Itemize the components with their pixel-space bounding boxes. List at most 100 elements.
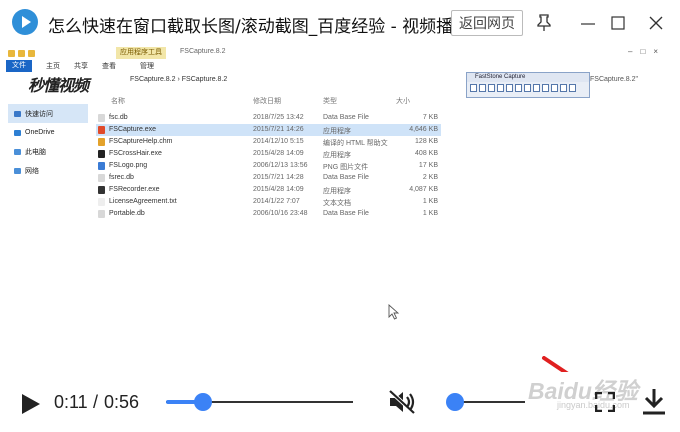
nav-item: 网络	[8, 161, 88, 180]
column-type: 类型	[323, 98, 337, 105]
explorer-ribbon: 文件 主页 共享 查看 管理	[6, 60, 670, 72]
file-row: FSRecorder.exe 2015/4/28 14:09 应用程序 4,087 K…	[96, 184, 441, 196]
nav-item-label: 此电脑	[25, 148, 46, 156]
column-date: 修改日期	[253, 98, 281, 105]
file-type: Data Base File	[323, 210, 369, 217]
explorer-nav-pane: 快速访问 OneDrive 此电脑网络	[8, 104, 88, 180]
faststone-capture-toolbar: FastStone Capture	[466, 72, 590, 98]
db-file-icon	[98, 210, 105, 218]
db-file-icon	[98, 174, 105, 182]
title-bar: 怎么快速在窗口截取长图/滚动截图_百度经验 - 视频播放器 返回网页	[0, 0, 680, 46]
file-row: FSCapture.exe 2015/7/21 14:26 应用程序 4,646 KB	[96, 124, 441, 136]
image-file-icon	[98, 162, 105, 170]
column-size: 大小	[396, 98, 410, 105]
file-row: Portable.db 2006/10/16 23:48 Data Base Fil…	[96, 208, 441, 220]
quick-access-icons	[8, 49, 35, 57]
column-name: 名称	[111, 98, 125, 105]
file-size: 4,646 KB	[409, 126, 438, 133]
minimize-icon[interactable]	[577, 12, 599, 34]
file-date: 2018/7/25 13:42	[253, 114, 304, 121]
file-size: 7 KB	[422, 114, 438, 121]
file-name: Portable.db	[109, 210, 145, 217]
red-arrow-annotation	[542, 356, 569, 372]
file-type: 应用程序	[323, 152, 351, 159]
file-size: 128 KB	[415, 138, 438, 145]
file-size: 1 KB	[422, 198, 438, 205]
file-name: FSCapture.exe	[109, 126, 157, 133]
crosshair-icon	[98, 150, 105, 158]
video-player-app-icon	[12, 9, 38, 35]
computer-icon	[14, 148, 21, 155]
file-size: 1 KB	[422, 210, 438, 217]
file-row: FSLogo.png 2006/12/13 13:56 PNG 图片文件 17 KB	[96, 160, 441, 172]
text-file-icon	[98, 198, 105, 206]
nav-item-label: OneDrive	[25, 129, 55, 136]
nav-item: OneDrive	[8, 123, 88, 142]
file-name: FSCaptureHelp.chm	[109, 138, 173, 145]
file-name: fsrec.db	[109, 174, 134, 181]
faststone-toolbar-buttons	[467, 82, 589, 94]
file-row: FSCrossHair.exe 2015/4/28 14:09 应用程序 408 KB	[96, 148, 441, 160]
nav-item-label: 网络	[25, 167, 39, 175]
context-tab: 应用程序工具	[116, 47, 166, 59]
nav-item-label: 快速访问	[25, 110, 53, 118]
file-type: 文本文档	[323, 200, 351, 207]
file-date: 2015/7/21 14:26	[253, 126, 304, 133]
file-date: 2006/10/16 23:48	[253, 210, 308, 217]
volume-handle[interactable]	[446, 393, 464, 411]
file-date: 2006/12/13 13:56	[253, 162, 308, 169]
help-file-icon	[98, 138, 105, 146]
download-icon[interactable]	[641, 388, 667, 416]
file-type: 应用程序	[323, 128, 351, 135]
file-type: Data Base File	[323, 114, 369, 121]
explorer-search-box: FSCapture.8.2"	[590, 76, 639, 83]
explorer-quick-access-bar	[6, 46, 670, 60]
file-type: Data Base File	[323, 174, 369, 181]
file-row: fsrec.db 2015/7/21 14:28 Data Base File 2 K…	[96, 172, 441, 184]
file-name: FSRecorder.exe	[109, 186, 160, 193]
fullscreen-icon[interactable]	[595, 392, 615, 412]
ribbon-tab-view: 查看	[102, 63, 116, 70]
total-time: 0:56	[104, 392, 140, 412]
file-date: 2015/4/28 14:09	[253, 186, 304, 193]
file-name: FSLogo.png	[109, 162, 148, 169]
file-name: FSCrossHair.exe	[109, 150, 162, 157]
video-frame[interactable]: 应用程序工具 FSCapture.8.2 –□× 文件 主页 共享 查看 管理 …	[0, 46, 680, 372]
window-title: 怎么快速在窗口截取长图/滚动截图_百度经验 - 视频播放器	[48, 17, 488, 37]
play-icon[interactable]	[20, 393, 42, 415]
current-time: 0:11	[54, 392, 88, 412]
pin-icon[interactable]	[533, 12, 555, 34]
file-date: 2014/12/10 5:15	[253, 138, 304, 145]
file-size: 408 KB	[415, 150, 438, 157]
file-size: 4,087 KB	[409, 186, 438, 193]
seek-handle[interactable]	[193, 393, 212, 411]
time-separator: /	[93, 392, 99, 412]
miaodong-video-logo: 秒懂视频	[28, 76, 89, 95]
file-name: fsc.db	[109, 114, 128, 121]
close-icon[interactable]	[645, 12, 667, 34]
ribbon-tab-home: 主页	[46, 63, 60, 70]
file-date: 2014/1/22 7:07	[253, 198, 300, 205]
file-type: 应用程序	[323, 188, 351, 195]
mouse-cursor-icon	[388, 304, 400, 320]
maximize-icon[interactable]	[607, 12, 629, 34]
nav-item: 快速访问	[8, 104, 88, 123]
file-row: fsc.db 2018/7/25 13:42 Data Base File 7 KB	[96, 112, 441, 124]
ribbon-tab-manage: 管理	[140, 63, 154, 70]
explorer-window-title: FSCapture.8.2	[180, 48, 226, 55]
nav-item: 此电脑	[8, 142, 88, 161]
baidu-watermark-url: jingyan.baidu.com	[557, 400, 630, 410]
volume-bar[interactable]	[455, 401, 525, 403]
ribbon-tab-file: 文件	[6, 60, 32, 72]
file-date: 2015/7/21 14:28	[253, 174, 304, 181]
back-to-page-button[interactable]: 返回网页	[451, 10, 523, 36]
file-date: 2015/4/28 14:09	[253, 150, 304, 157]
file-size: 2 KB	[422, 174, 438, 181]
muted-volume-icon[interactable]	[388, 389, 418, 415]
file-row: LicenseAgreement.txt 2014/1/22 7:07 文本文档 1 …	[96, 196, 441, 208]
player-controls: Baidu经验 jingyan.baidu.com 0:11 / 0:56	[0, 372, 680, 432]
file-list-header: 名称 修改日期 类型 大小	[96, 96, 446, 108]
file-type: PNG 图片文件	[323, 164, 369, 171]
app-exe-icon	[98, 126, 105, 134]
explorer-address-path: FSCapture.8.2 › FSCapture.8.2	[130, 76, 228, 83]
